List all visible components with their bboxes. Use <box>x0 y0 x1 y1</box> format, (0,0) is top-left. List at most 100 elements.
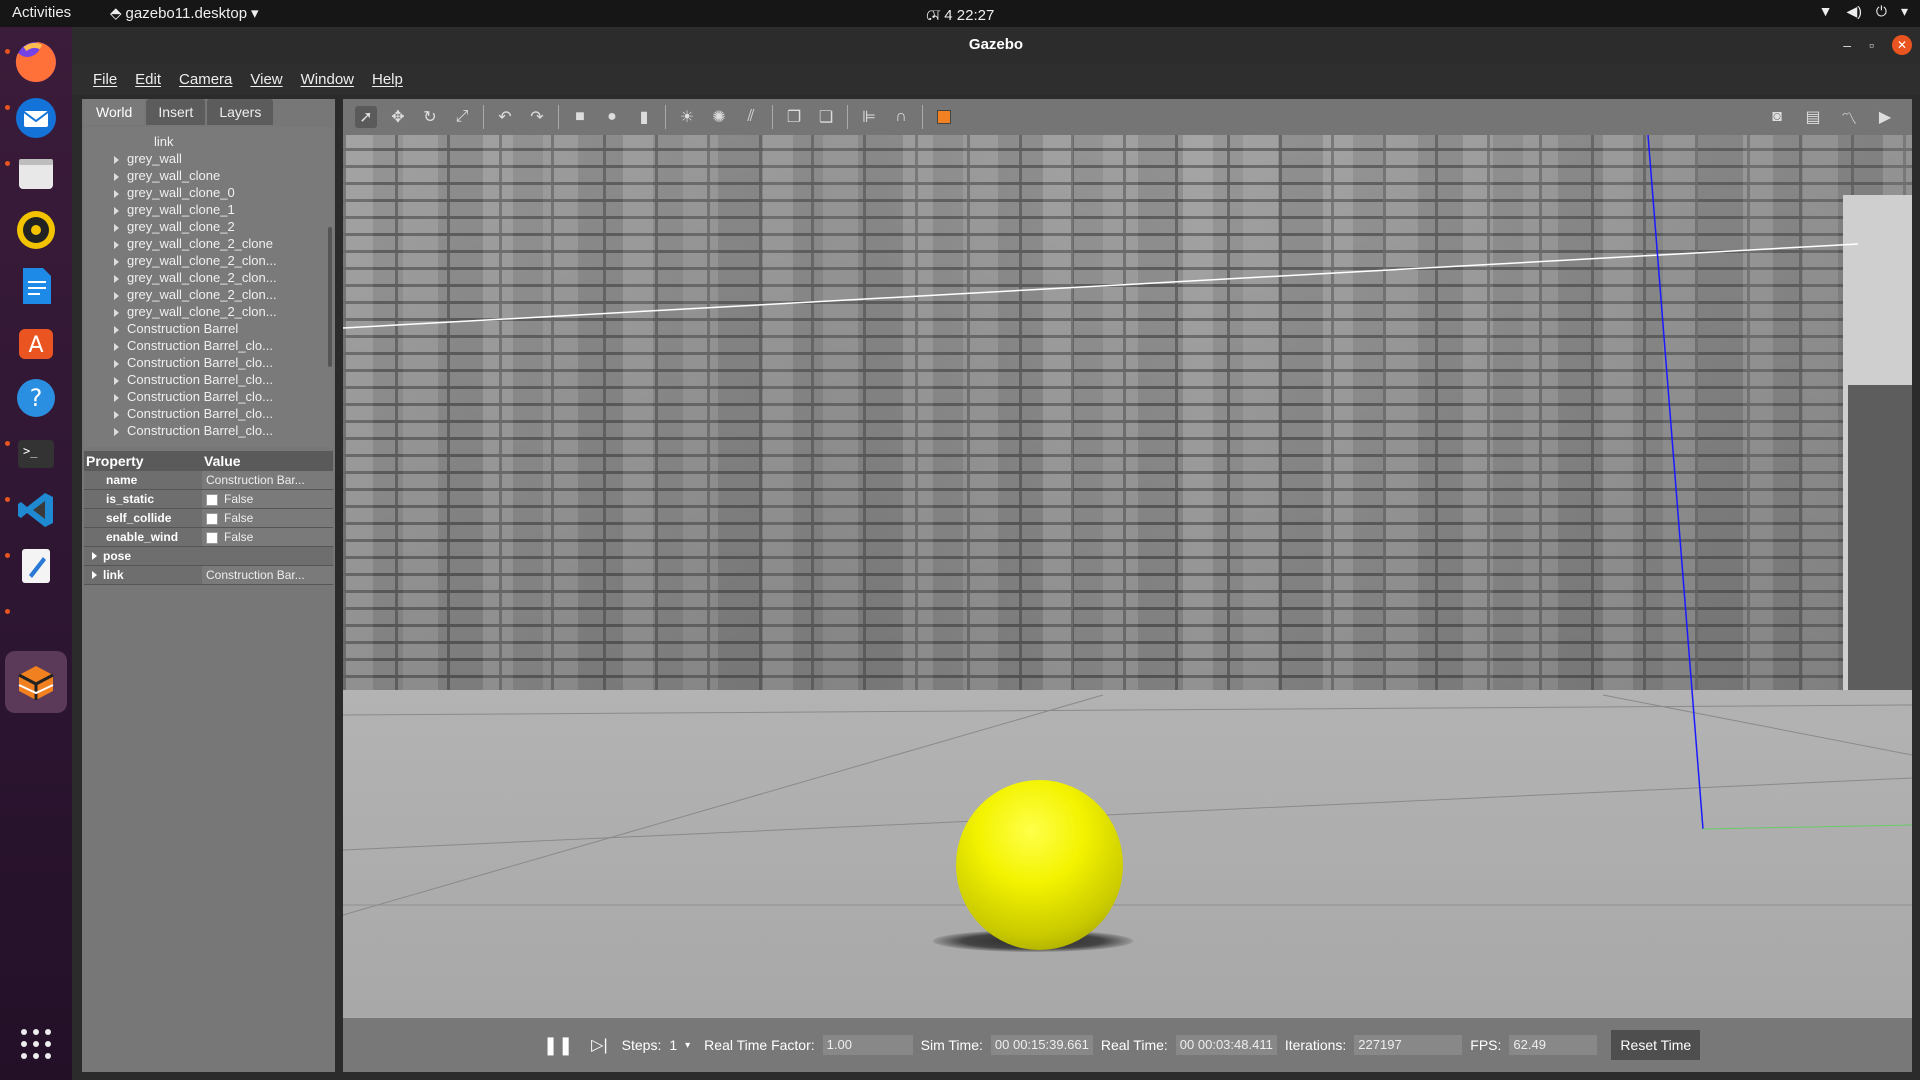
enable-wind-checkbox[interactable] <box>206 531 218 544</box>
expand-arrow-icon[interactable] <box>114 189 119 198</box>
app-menu[interactable]: ⬘ gazebo11.desktop ▾ <box>110 4 259 23</box>
expand-arrow-icon[interactable] <box>114 172 119 181</box>
world-tree[interactable]: link grey_wall grey_wall_clone grey_wall… <box>84 127 333 447</box>
plot-icon[interactable]: 〽 <box>1838 106 1860 128</box>
tree-item[interactable]: Construction Barrel_clo... <box>114 422 273 439</box>
property-row-pose[interactable]: pose <box>84 547 333 566</box>
terminal-icon[interactable]: >_ <box>9 427 63 481</box>
expand-arrow-icon[interactable] <box>92 552 97 560</box>
step-icon[interactable]: ▷| <box>591 1035 607 1055</box>
tab-layers[interactable]: Layers <box>207 99 274 125</box>
expand-arrow-icon[interactable] <box>114 274 119 283</box>
reset-time-button[interactable]: Reset Time <box>1611 1030 1701 1060</box>
yellow-sphere[interactable] <box>956 780 1123 950</box>
tree-item[interactable]: grey_wall_clone_2_clone <box>114 235 273 252</box>
property-value[interactable]: Construction Bar... <box>202 471 333 489</box>
box-shape-icon[interactable]: ■ <box>569 106 591 128</box>
expand-arrow-icon[interactable] <box>92 571 97 579</box>
self-collide-checkbox[interactable] <box>206 512 218 525</box>
video-record-icon[interactable]: ▶ <box>1874 106 1896 128</box>
clock[interactable]: মে 4 22:27 <box>0 4 1920 29</box>
menu-help[interactable]: Help <box>363 71 412 88</box>
tree-item[interactable]: Construction Barrel <box>114 320 238 337</box>
tree-item[interactable]: grey_wall_clone_2_clon... <box>114 252 277 269</box>
is-static-checkbox[interactable] <box>206 493 218 506</box>
tree-item[interactable]: grey_wall <box>114 150 182 167</box>
screenshot-camera-icon[interactable]: ◙ <box>1766 106 1788 128</box>
expand-arrow-icon[interactable] <box>114 155 119 164</box>
property-row-self-collide[interactable]: self_collide False <box>84 509 333 528</box>
tree-item[interactable]: Construction Barrel_clo... <box>114 371 273 388</box>
writer-icon[interactable] <box>9 259 63 313</box>
expand-arrow-icon[interactable] <box>114 359 119 368</box>
expand-arrow-icon[interactable] <box>114 427 119 436</box>
tree-item[interactable]: grey_wall_clone_2_clon... <box>114 269 277 286</box>
scale-icon[interactable]: ⤢ <box>451 106 473 128</box>
property-row-name[interactable]: name Construction Bar... <box>84 471 333 490</box>
tree-scrollbar[interactable] <box>328 227 332 367</box>
expand-arrow-icon[interactable] <box>114 291 119 300</box>
close-icon[interactable]: ✕ <box>1892 35 1912 55</box>
property-row-link[interactable]: link Construction Bar... <box>84 566 333 585</box>
expand-arrow-icon[interactable] <box>114 257 119 266</box>
rotate-icon[interactable]: ↻ <box>419 106 441 128</box>
activities-button[interactable]: Activities <box>12 4 71 21</box>
tree-item[interactable]: grey_wall_clone_2_clon... <box>114 286 277 303</box>
rhythmbox-icon[interactable] <box>9 203 63 257</box>
show-apps-icon[interactable] <box>9 1017 63 1071</box>
system-tray[interactable]: ▼ ◀) ⏻ ▾ <box>1819 3 1908 20</box>
thunderbird-icon[interactable] <box>9 91 63 145</box>
files-icon[interactable] <box>9 147 63 201</box>
app-center-icon[interactable]: A <box>9 315 63 369</box>
menu-file[interactable]: File <box>84 71 126 88</box>
tree-item[interactable]: grey_wall_clone_0 <box>114 184 235 201</box>
tree-item[interactable]: Construction Barrel_clo... <box>114 388 273 405</box>
view-angle-icon[interactable] <box>933 106 955 128</box>
sphere-shape-icon[interactable]: ● <box>601 106 623 128</box>
pause-icon[interactable]: ❚❚ <box>543 1035 573 1056</box>
tree-item[interactable]: grey_wall_clone_2 <box>114 218 235 235</box>
expand-arrow-icon[interactable] <box>114 223 119 232</box>
firefox-icon[interactable] <box>9 35 63 89</box>
tree-item[interactable]: Construction Barrel_clo... <box>114 337 273 354</box>
expand-arrow-icon[interactable] <box>114 410 119 419</box>
tab-world[interactable]: World <box>84 99 145 125</box>
property-row-is-static[interactable]: is_static False <box>84 490 333 509</box>
vscode-icon[interactable] <box>9 483 63 537</box>
expand-arrow-icon[interactable] <box>114 308 119 317</box>
expand-arrow-icon[interactable] <box>114 376 119 385</box>
tree-item[interactable]: Construction Barrel_clo... <box>114 405 273 422</box>
maximize-icon[interactable]: ▫ <box>1869 27 1874 63</box>
align-icon[interactable]: ⊫ <box>858 106 880 128</box>
undo-icon[interactable]: ↶ <box>494 106 516 128</box>
tree-item-link[interactable]: link <box>154 133 174 150</box>
tree-item[interactable]: grey_wall_clone_2_clon... <box>114 303 277 320</box>
copy-icon[interactable]: ❐ <box>783 106 805 128</box>
menu-view[interactable]: View <box>241 71 291 88</box>
snap-icon[interactable]: ∩ <box>890 106 912 128</box>
translate-icon[interactable]: ✥ <box>387 106 409 128</box>
menu-camera[interactable]: Camera <box>170 71 241 88</box>
point-light-icon[interactable]: ☀ <box>676 106 698 128</box>
redo-icon[interactable]: ↷ <box>526 106 548 128</box>
3d-scene[interactable] <box>343 135 1912 1018</box>
steps-value[interactable]: 1 <box>669 1037 677 1053</box>
cylinder-shape-icon[interactable]: ▮ <box>633 106 655 128</box>
paste-icon[interactable]: ❏ <box>815 106 837 128</box>
steps-dropdown-icon[interactable]: ▾ <box>685 1040 690 1051</box>
text-editor-icon[interactable] <box>9 539 63 593</box>
expand-arrow-icon[interactable] <box>114 342 119 351</box>
tree-item[interactable]: grey_wall_clone_1 <box>114 201 235 218</box>
expand-arrow-icon[interactable] <box>114 325 119 334</box>
log-icon[interactable]: ▤ <box>1802 106 1824 128</box>
title-bar[interactable]: Gazebo – ▫ ✕ <box>72 27 1920 63</box>
select-arrow-icon[interactable]: ➚ <box>355 106 377 128</box>
expand-arrow-icon[interactable] <box>114 240 119 249</box>
gazebo-icon[interactable] <box>5 651 67 713</box>
expand-arrow-icon[interactable] <box>114 393 119 402</box>
property-value[interactable]: Construction Bar... <box>202 566 333 584</box>
help-icon[interactable]: ? <box>9 371 63 425</box>
menu-window[interactable]: Window <box>292 71 363 88</box>
tree-item[interactable]: grey_wall_clone <box>114 167 220 184</box>
menu-edit[interactable]: Edit <box>126 71 170 88</box>
